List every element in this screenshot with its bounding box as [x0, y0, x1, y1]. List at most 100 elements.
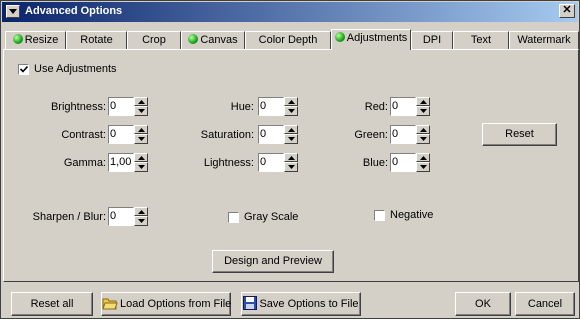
lightness-spinner[interactable]: 0 — [258, 153, 298, 172]
spin-down-button[interactable] — [416, 162, 430, 172]
spin-down-button[interactable] — [134, 106, 148, 116]
tab-rotate[interactable]: Rotate — [66, 31, 127, 49]
floppy-disk-icon — [243, 296, 258, 310]
tab-label: Color Depth — [258, 34, 318, 46]
arrow-down-icon — [420, 165, 427, 169]
spin-up-button[interactable] — [416, 97, 430, 106]
brightness-input[interactable]: 0 — [108, 97, 134, 116]
arrow-down-icon — [420, 109, 427, 113]
close-button[interactable]: ✕ — [559, 4, 575, 18]
title-bar[interactable]: Advanced Options ✕ — [2, 2, 578, 22]
arrow-down-icon — [288, 165, 295, 169]
tab-resize[interactable]: Resize — [5, 31, 66, 49]
arrow-up-icon — [288, 100, 295, 104]
spin-up-button[interactable] — [134, 125, 148, 134]
spin-up-button[interactable] — [416, 153, 430, 162]
folder-open-icon — [102, 298, 118, 310]
hue-spinner[interactable]: 0 — [258, 97, 298, 116]
ok-button[interactable]: OK — [455, 292, 511, 316]
blue-input[interactable]: 0 — [390, 153, 416, 172]
negative-label: Negative — [390, 209, 434, 221]
spin-up-button[interactable] — [284, 153, 298, 162]
lightness-label: Lightness: — [203, 157, 254, 169]
hue-input[interactable]: 0 — [258, 97, 284, 116]
load-options-button[interactable]: Load Options from File — [101, 292, 231, 316]
spin-down-button[interactable] — [134, 134, 148, 144]
spin-up-button[interactable] — [134, 207, 148, 216]
tab-label: Watermark — [517, 34, 571, 46]
gamma-input[interactable]: 1,00 — [108, 153, 134, 172]
red-label: Red: — [364, 101, 388, 113]
status-dot-icon — [12, 34, 23, 44]
spin-up-button[interactable] — [284, 125, 298, 134]
contrast-spinner[interactable]: 0 — [108, 125, 148, 144]
contrast-input[interactable]: 0 — [108, 125, 134, 144]
arrow-up-icon — [138, 128, 145, 132]
spin-down-button[interactable] — [416, 134, 430, 144]
tab-watermark[interactable]: Watermark — [509, 31, 579, 49]
arrow-up-icon — [288, 128, 295, 132]
tab-label: Rotate — [80, 34, 113, 46]
spin-down-button[interactable] — [284, 162, 298, 172]
use-adjustments-checkbox[interactable] — [18, 64, 29, 75]
tab-dpi[interactable]: DPI — [411, 31, 453, 49]
spin-down-button[interactable] — [284, 106, 298, 116]
red-input[interactable]: 0 — [390, 97, 416, 116]
red-spinner[interactable]: 0 — [390, 97, 430, 116]
arrow-up-icon — [138, 156, 145, 160]
checkmark-icon — [20, 66, 28, 73]
arrow-up-icon — [138, 100, 145, 104]
sharpen-blur-spinner[interactable]: 0 — [108, 207, 148, 226]
lightness-input[interactable]: 0 — [258, 153, 284, 172]
window-title: Advanced Options — [25, 5, 123, 17]
spin-down-button[interactable] — [134, 162, 148, 172]
saturation-spinner[interactable]: 0 — [258, 125, 298, 144]
chevron-down-icon — [9, 9, 17, 14]
saturation-input[interactable]: 0 — [258, 125, 284, 144]
footer-bar: Reset all Load Options from File Save Op… — [3, 284, 579, 318]
design-and-preview-button[interactable]: Design and Preview — [212, 250, 334, 273]
gamma-spinner[interactable]: 1,00 — [108, 153, 148, 172]
system-menu-button[interactable] — [6, 5, 20, 18]
tab-label: Adjustments — [346, 32, 408, 44]
tab-canvas[interactable]: Canvas — [181, 31, 245, 49]
arrow-up-icon — [288, 156, 295, 160]
save-options-label: Save Options to File — [259, 298, 359, 310]
tab-text[interactable]: Text — [453, 31, 509, 49]
green-input[interactable]: 0 — [390, 125, 416, 144]
save-options-button[interactable]: Save Options to File — [241, 292, 361, 316]
spin-up-button[interactable] — [284, 97, 298, 106]
hue-label: Hue: — [230, 101, 254, 113]
tab-label: Crop — [142, 34, 166, 46]
tab-label: Text — [470, 34, 492, 46]
adjustments-panel: Use Adjustments Brightness: 0 Contrast: … — [3, 49, 579, 282]
tab-color-depth[interactable]: Color Depth — [245, 31, 331, 49]
gray-scale-checkbox[interactable] — [228, 212, 239, 223]
arrow-down-icon — [420, 137, 427, 141]
arrow-up-icon — [420, 156, 427, 160]
spin-down-button[interactable] — [416, 106, 430, 116]
green-label: Green: — [354, 129, 388, 141]
spin-up-button[interactable] — [416, 125, 430, 134]
arrow-down-icon — [138, 219, 145, 223]
gamma-label: Gamma: — [63, 157, 106, 169]
spin-down-button[interactable] — [284, 134, 298, 144]
spin-up-button[interactable] — [134, 97, 148, 106]
arrow-down-icon — [138, 165, 145, 169]
tab-label: DPI — [422, 34, 442, 46]
tab-crop[interactable]: Crop — [127, 31, 181, 49]
negative-checkbox[interactable] — [374, 210, 385, 221]
spin-up-button[interactable] — [134, 153, 148, 162]
status-dot-icon — [188, 34, 199, 44]
close-icon: ✕ — [562, 4, 572, 16]
blue-spinner[interactable]: 0 — [390, 153, 430, 172]
brightness-spinner[interactable]: 0 — [108, 97, 148, 116]
tab-adjustments[interactable]: Adjustments — [331, 29, 411, 50]
sharpen-blur-input[interactable]: 0 — [108, 207, 134, 226]
reset-all-button[interactable]: Reset all — [11, 292, 93, 316]
spin-down-button[interactable] — [134, 216, 148, 226]
reset-button[interactable]: Reset — [482, 123, 557, 146]
green-spinner[interactable]: 0 — [390, 125, 430, 144]
tab-label: Canvas — [200, 34, 238, 46]
cancel-button[interactable]: Cancel — [515, 292, 575, 316]
